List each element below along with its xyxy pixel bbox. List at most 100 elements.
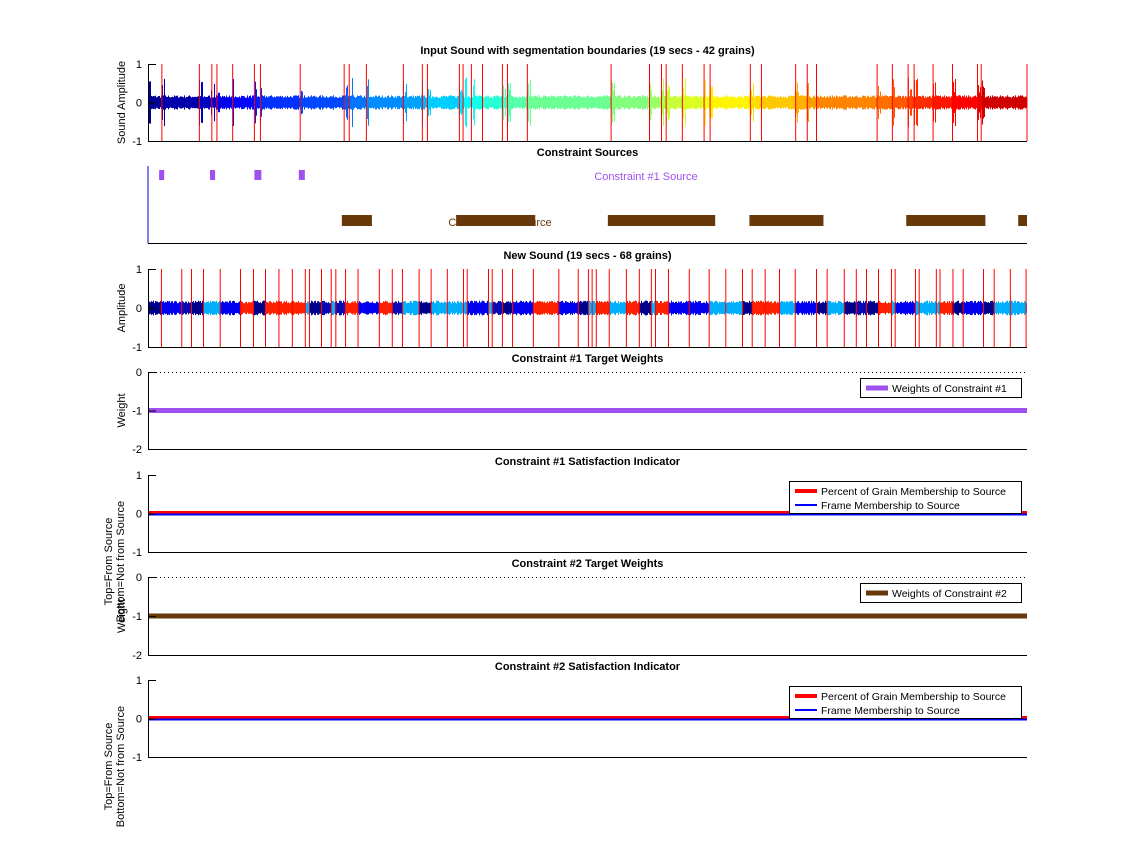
subplot-3: New Sound (19 secs - 68 grains) 1 0 -1 Ampli… [116, 250, 1027, 354]
grain-waveform [292, 300, 306, 316]
grain-waveform [878, 300, 892, 316]
subplot-2: Constraint SourcesConstraint #1 SourceCo… [147, 147, 1027, 244]
grain-waveform [216, 92, 233, 113]
grain-waveform [983, 300, 995, 316]
matlab-figure: Input Sound with segmentation boundaries… [0, 0, 1135, 851]
grain-waveform [933, 82, 953, 123]
grain-waveform [203, 300, 221, 316]
grain-waveform [866, 300, 879, 316]
subplot-title: Constraint #2 Target Weights [512, 558, 664, 570]
source-interval-bar [298, 170, 305, 180]
grain-waveform [779, 300, 796, 316]
grain-waveform [877, 85, 893, 120]
grain-waveform [710, 86, 751, 119]
grain-waveform [427, 88, 460, 117]
legend-label: Weights of Constraint #2 [892, 588, 1007, 600]
grain-waveform [502, 85, 508, 120]
grain-waveform [471, 79, 483, 126]
grain-waveform [765, 300, 780, 316]
grain-waveform [366, 79, 404, 126]
grain-waveform [309, 300, 322, 316]
grain-waveform [191, 300, 204, 316]
grain-waveform [963, 300, 984, 316]
y-tick-label: -1 [132, 611, 142, 623]
grain-waveform [492, 301, 503, 315]
source-interval-bar [607, 215, 716, 226]
grain-waveform [220, 300, 241, 316]
figure-canvas: Input Sound with segmentation boundaries… [103, 45, 1028, 827]
subplot-title: Constraint #2 Satisfaction Indicator [495, 661, 681, 673]
subplot-6: Constraint #2 Target Weights Weights of C… [116, 558, 1027, 662]
grain-waveform [240, 300, 254, 316]
legend-label: Frame Membership to Source [821, 705, 960, 717]
grain-waveform [689, 300, 710, 316]
grain-waveform [447, 300, 464, 316]
subplot-4: Constraint #1 Target Weights Weights of C… [116, 353, 1027, 456]
legend: Weights of Constraint #2 [860, 583, 1022, 603]
y-axis-label: Top=From Source [103, 723, 115, 811]
y-tick-label: -1 [132, 547, 142, 559]
grain-waveform [952, 300, 964, 316]
grain-waveform [668, 300, 690, 316]
grain-waveform [431, 300, 448, 316]
grain-waveform [533, 301, 559, 315]
legend-label: Weights of Constraint #1 [892, 383, 1007, 395]
grain-waveform [994, 300, 1011, 316]
grain-waveform [609, 300, 627, 316]
subplot-title: Constraint Sources [537, 147, 638, 159]
source-interval-bar [209, 170, 216, 180]
grain-waveform [199, 79, 212, 126]
subplot-title: Input Sound with segmentation boundaries… [420, 45, 755, 57]
source-label: Constraint #1 Source [594, 171, 697, 183]
source-interval-bar [341, 215, 372, 226]
legend: Percent of Grain Membership to Source Fra… [789, 481, 1022, 514]
grain-waveform [655, 300, 669, 316]
grain-waveform [321, 300, 332, 316]
grain-waveform [331, 300, 336, 316]
grain-waveform [253, 300, 266, 316]
grain-waveform [795, 300, 817, 316]
y-tick-label: 0 [136, 367, 142, 379]
grain-waveform [260, 81, 301, 124]
grain-waveform [919, 300, 937, 316]
source-interval-bar [456, 215, 536, 226]
y-tick-label: -2 [132, 444, 142, 456]
grain-waveform [349, 78, 367, 127]
legend-label: Percent of Grain Membership to Source [821, 691, 1006, 703]
grain-waveform [952, 79, 978, 126]
grain-waveform [752, 300, 766, 316]
grain-waveform [161, 300, 182, 316]
y-tick-label: 1 [136, 675, 142, 687]
grain-waveform [467, 300, 489, 316]
grain-waveform [278, 300, 293, 316]
source-interval-bar [1018, 215, 1027, 226]
y-axis-label: Top=From Source [103, 518, 115, 606]
grain-waveform [345, 300, 359, 316]
source-interval-bar [749, 215, 824, 226]
grain-waveform [816, 86, 878, 119]
grain-waveform [502, 301, 513, 315]
subplot-7: Constraint #2 Satisfaction Indicator Perc… [103, 661, 1027, 827]
grain-waveform [761, 90, 796, 115]
y-tick-label: -1 [132, 752, 142, 764]
y-axis-label: Sound Amplitude [116, 61, 128, 144]
grain-waveform [940, 300, 953, 316]
legend: Weights of Constraint #1 [860, 378, 1022, 398]
y-tick-label: 1 [136, 470, 142, 482]
grain-waveform [578, 300, 589, 316]
grain-waveform [725, 301, 743, 315]
grain-waveform [265, 300, 279, 316]
grain-waveform [403, 80, 423, 125]
legend-label: Frame Membership to Source [821, 500, 960, 512]
legend: Percent of Grain Membership to Source Fra… [789, 686, 1022, 719]
grain-waveform [709, 300, 726, 316]
source-interval-bar [906, 215, 986, 226]
y-tick-label: 0 [136, 509, 142, 521]
grain-waveform [392, 301, 403, 315]
y-tick-label: -2 [132, 650, 142, 662]
grain-waveform [639, 300, 652, 316]
y-axis-label: Amplitude [116, 284, 128, 333]
y-tick-label: -1 [132, 136, 142, 148]
y-tick-label: -1 [132, 342, 142, 354]
grain-waveform [558, 300, 579, 316]
